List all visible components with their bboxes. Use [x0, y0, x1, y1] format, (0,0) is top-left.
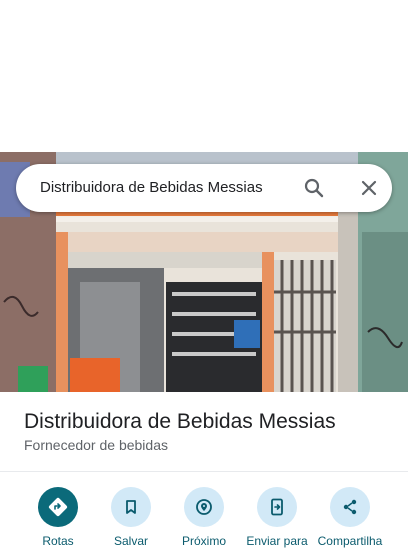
place-info-panel: Distribuidora de Bebidas Messias Fornece… — [0, 392, 408, 548]
search-bar[interactable]: Distribuidora de Bebidas Messias — [16, 164, 392, 212]
send-to-phone-label: Enviar para — [246, 534, 308, 548]
directions-button[interactable]: Rotas — [20, 487, 96, 548]
send-to-phone-button[interactable]: Enviar para — [239, 487, 315, 548]
bookmark-icon — [126, 500, 136, 514]
share-button-circle[interactable] — [330, 487, 370, 527]
nearby-button[interactable]: Próximo — [166, 487, 242, 548]
nearby-label: Próximo — [181, 534, 226, 548]
place-title: Distribuidora de Bebidas Messias — [24, 410, 336, 433]
save-label: Salvar — [113, 534, 148, 548]
save-button[interactable]: Salvar — [93, 487, 169, 548]
search-input[interactable]: Distribuidora de Bebidas Messias — [40, 164, 263, 212]
map-top-area — [0, 0, 408, 152]
action-bar: Rotas Salvar Próximo Enviar para Compart… — [0, 487, 408, 548]
send-to-phone-button-circle[interactable] — [257, 487, 297, 527]
place-category: Fornecedor de bebidas — [24, 437, 168, 453]
share-icon — [343, 499, 357, 515]
directions-button-circle[interactable] — [38, 487, 78, 527]
send-to-phone-icon — [271, 498, 283, 516]
directions-label: Rotas — [42, 534, 74, 548]
share-button[interactable]: Compartilha — [312, 487, 388, 548]
close-icon[interactable] — [357, 176, 381, 200]
share-label: Compartilha — [317, 534, 383, 548]
search-icon[interactable] — [302, 176, 326, 200]
nearby-button-circle[interactable] — [184, 487, 224, 527]
nearby-icon — [196, 499, 212, 515]
divider — [0, 471, 408, 472]
save-button-circle[interactable] — [111, 487, 151, 527]
directions-icon — [48, 497, 68, 517]
